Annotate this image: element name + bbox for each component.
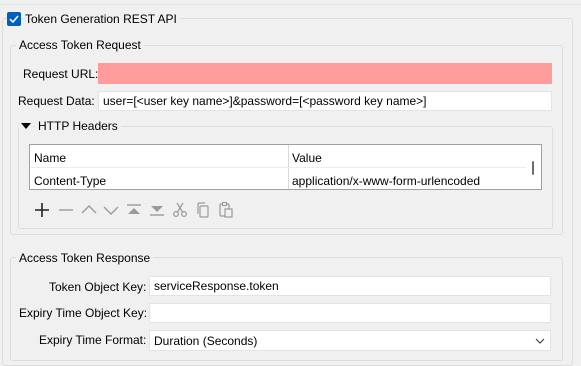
http-headers-collapse-toggle[interactable] <box>19 119 33 133</box>
header-row-divider <box>30 167 526 168</box>
scrollbar-thumb[interactable] <box>532 161 534 175</box>
move-to-top-icon[interactable] <box>125 201 143 219</box>
column-header-value[interactable]: Value <box>292 151 322 165</box>
token-rest-api-checkbox[interactable] <box>7 12 21 26</box>
table-scrollbar[interactable] <box>526 145 541 189</box>
column-header-name[interactable]: Name <box>34 151 66 165</box>
expiry-time-object-key-input[interactable] <box>149 303 551 323</box>
header-row-name-cell[interactable]: Content-Type <box>34 174 106 188</box>
expiry-time-format-value: Duration (Seconds) <box>154 334 258 348</box>
add-icon[interactable] <box>33 201 51 219</box>
expiry-time-format-label: Expiry Time Format: <box>39 333 147 347</box>
request-data-label: Request Data: <box>18 94 95 108</box>
move-to-bottom-icon[interactable] <box>148 201 166 219</box>
move-down-icon[interactable] <box>102 201 120 219</box>
token-object-key-label: Token Object Key: <box>49 280 147 294</box>
token-object-key-input[interactable]: serviceResponse.token <box>149 276 551 296</box>
token-rest-api-label: Token Generation REST API <box>25 12 180 26</box>
outer-frame-top-edge <box>0 0 581 5</box>
http-headers-table[interactable]: Name Value Content-Type application/x-ww… <box>29 144 542 190</box>
checkmark-icon <box>9 15 19 24</box>
copy-icon[interactable] <box>194 201 212 219</box>
expiry-time-format-select[interactable]: Duration (Seconds) <box>149 330 551 351</box>
request-url-label: Request URL: <box>23 67 99 81</box>
access-token-response-title: Access Token Response <box>16 251 154 265</box>
expiry-time-object-key-label: Expiry Time Object Key: <box>19 306 148 320</box>
http-headers-title: HTTP Headers <box>35 119 121 133</box>
access-token-request-title: Access Token Request <box>16 38 144 52</box>
cut-icon[interactable] <box>171 201 189 219</box>
paste-icon[interactable] <box>217 201 235 219</box>
chevron-down-icon <box>535 338 545 344</box>
remove-icon[interactable] <box>57 201 75 219</box>
triangle-down-icon <box>21 123 31 129</box>
move-up-icon[interactable] <box>80 201 98 219</box>
request-data-input[interactable]: user=[<user key name>]&password=[<passwo… <box>98 91 552 111</box>
request-url-input[interactable] <box>98 63 552 84</box>
header-row-value-cell[interactable]: application/x-www-form-urlencoded <box>292 174 480 188</box>
